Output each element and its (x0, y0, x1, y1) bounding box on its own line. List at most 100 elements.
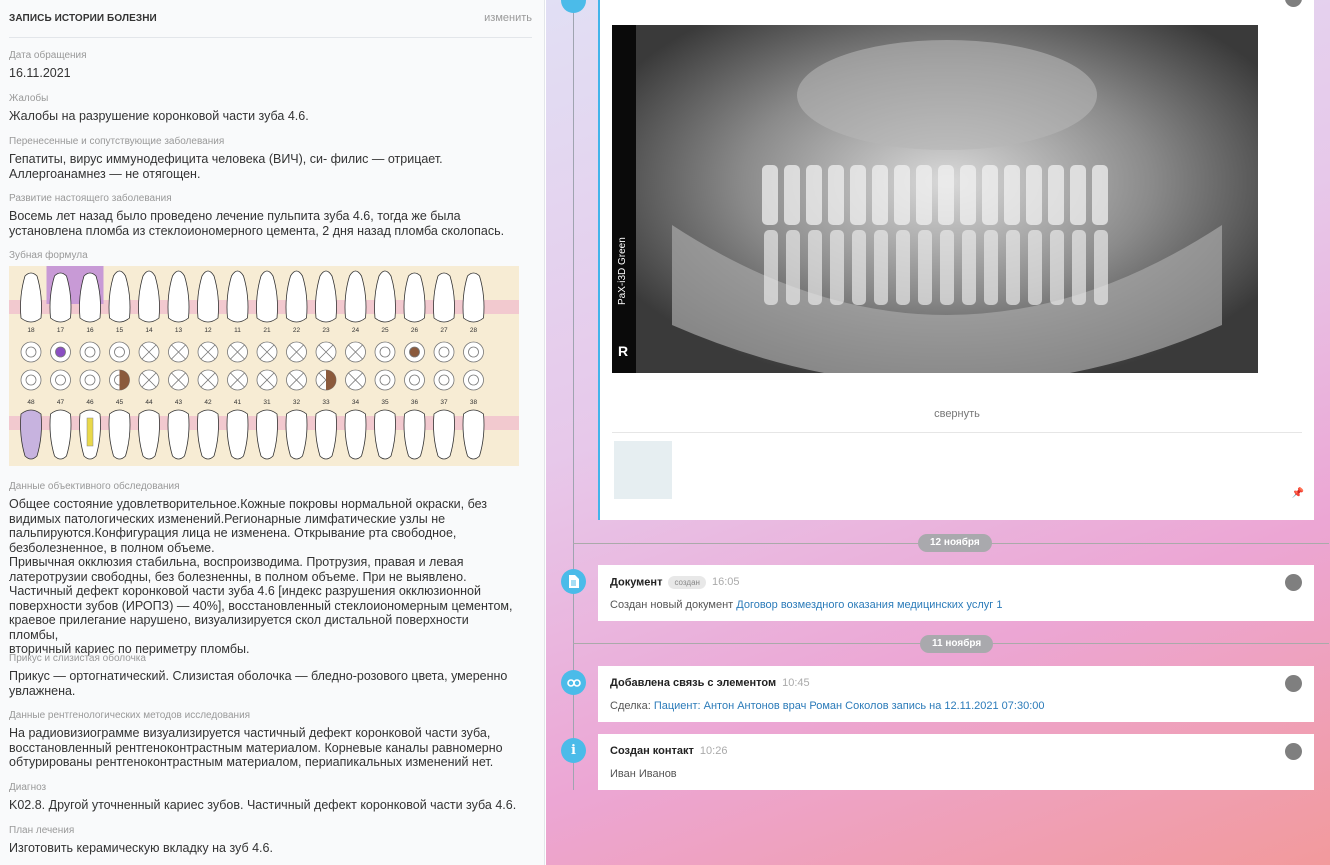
user-icon[interactable] (1285, 574, 1302, 591)
tooth-surface-lower[interactable] (404, 369, 425, 391)
tooth-32[interactable]: 32 (285, 369, 308, 460)
tooth-45[interactable]: 45 (108, 369, 131, 460)
tooth-46[interactable]: 46 (79, 369, 101, 460)
field-diagnosis: Диагноз K02.8. Другой уточненный кариес … (9, 782, 519, 813)
tooth-33[interactable]: 33 (315, 369, 337, 460)
deal-link[interactable]: Пациент: Антон Антонов врач Роман Соколо… (654, 700, 1045, 712)
tooth-surface-upper[interactable] (345, 341, 366, 363)
tooth-43[interactable]: 43 (167, 369, 190, 460)
tooth-number: 45 (116, 399, 124, 406)
tooth-surface-lower[interactable] (109, 369, 130, 391)
tooth-38[interactable]: 38 (462, 369, 485, 460)
divider (612, 432, 1302, 433)
tooth-34[interactable]: 34 (344, 369, 367, 460)
document-link[interactable]: Договор возмездного оказания медицинских… (736, 599, 1002, 611)
xray-lower-tooth (1072, 230, 1086, 305)
pin-icon[interactable]: 📌 (1292, 488, 1304, 499)
document-icon (561, 569, 586, 594)
xray-upper-tooth (916, 165, 932, 225)
tooth-27[interactable]: 27 (433, 272, 455, 363)
tooth-22[interactable]: 22 (285, 270, 308, 363)
tooth-number: 16 (86, 327, 94, 334)
tooth-surface-upper[interactable] (197, 341, 219, 363)
tooth-35[interactable]: 35 (374, 369, 396, 460)
tooth-18[interactable]: 18 (20, 272, 42, 363)
status-badge: создан (668, 576, 706, 589)
tooth-surface-upper[interactable] (286, 341, 307, 363)
tooth-surface-lower[interactable] (168, 369, 189, 391)
tooth-surface-upper[interactable] (168, 341, 189, 363)
tooth-25[interactable]: 25 (374, 270, 396, 363)
tooth-surface-lower[interactable] (197, 369, 219, 391)
field-value: 16.11.2021 (9, 66, 71, 80)
tooth-surface-lower[interactable] (50, 369, 71, 391)
xray-lower-tooth (786, 230, 800, 305)
tooth-surface-upper[interactable] (315, 341, 337, 363)
tooth-surface-lower[interactable] (20, 369, 42, 391)
tooth-surface-upper[interactable] (109, 341, 130, 363)
tooth-36[interactable]: 36 (403, 369, 426, 460)
tooth-surface-lower[interactable] (433, 369, 455, 391)
dental-formula-chart[interactable]: 18 17 16 15 14 13 12 11 21 22 23 24 25 26 27 28 48 47 46 45… (9, 266, 519, 466)
edit-record-link[interactable]: изменить (484, 12, 532, 24)
xray-lower-tooth (896, 230, 910, 305)
tooth-surface-lower[interactable] (463, 369, 484, 391)
xray-lower-tooth (918, 230, 932, 305)
tooth-surface-lower[interactable] (286, 369, 307, 391)
tooth-surface-upper[interactable] (79, 341, 101, 363)
tooth-number: 34 (352, 399, 360, 406)
tooth-26[interactable]: 26 (403, 272, 426, 363)
field-label: Жалобы (9, 93, 49, 104)
tooth-surface-lower[interactable] (256, 369, 278, 391)
tooth-13[interactable]: 13 (167, 270, 190, 363)
tooth-surface-upper[interactable] (50, 341, 71, 363)
tooth-surface-lower[interactable] (138, 369, 160, 391)
tooth-11[interactable]: 11 (226, 270, 249, 363)
field-label: Прикус и слизистая оболочка (9, 653, 146, 664)
tooth-15[interactable]: 15 (108, 270, 131, 363)
tooth-23[interactable]: 23 (315, 270, 337, 363)
panoramic-xray-image[interactable]: PaX-i3D Green R (612, 25, 1258, 385)
tooth-surface-lower[interactable] (374, 369, 396, 391)
tooth-surface-lower[interactable] (315, 369, 337, 391)
tooth-37[interactable]: 37 (433, 369, 455, 460)
tooth-number: 32 (293, 399, 301, 406)
tooth-31[interactable]: 31 (256, 369, 278, 460)
event-time: 10:26 (699, 745, 728, 757)
user-icon[interactable] (1285, 743, 1302, 760)
activity-feed: PaX-i3D Green R свернуть 📌 12 ноября Док… (546, 0, 1330, 865)
field-past-diseases: Перенесенные и сопутствующие заболевания… (9, 136, 519, 181)
tooth-14[interactable]: 14 (138, 270, 160, 363)
collapse-button[interactable]: свернуть (600, 408, 1314, 420)
field-label: Зубная формула (9, 250, 88, 261)
user-icon (1285, 0, 1302, 7)
tooth-28[interactable]: 28 (462, 272, 485, 363)
tooth-21[interactable]: 21 (256, 270, 278, 363)
tooth-surface-upper[interactable] (227, 341, 248, 363)
field-xray-data: Данные рентгенологических методов исслед… (9, 710, 519, 770)
tooth-surface-upper[interactable] (20, 341, 42, 363)
tooth-44[interactable]: 44 (138, 369, 160, 460)
tooth-number: 27 (440, 327, 448, 334)
tooth-surface-lower[interactable] (227, 369, 248, 391)
tooth-42[interactable]: 42 (197, 369, 219, 460)
tooth-12[interactable]: 12 (197, 270, 219, 363)
tooth-16[interactable]: 16 (79, 272, 101, 363)
user-icon[interactable] (1285, 675, 1302, 692)
tooth-47[interactable]: 47 (49, 369, 72, 460)
tooth-surface-upper[interactable] (404, 341, 425, 363)
tooth-surface-lower[interactable] (79, 369, 101, 391)
tooth-17[interactable]: 17 (49, 272, 72, 363)
field-disease-history: Развитие настоящего заболевания Восемь л… (9, 193, 519, 238)
tooth-surface-upper[interactable] (256, 341, 278, 363)
tooth-surface-upper[interactable] (374, 341, 396, 363)
xray-upper-tooth (762, 165, 778, 225)
attachment-thumbnail[interactable] (614, 441, 672, 499)
tooth-surface-upper[interactable] (433, 341, 455, 363)
tooth-24[interactable]: 24 (344, 270, 367, 363)
tooth-surface-lower[interactable] (345, 369, 366, 391)
tooth-surface-upper[interactable] (463, 341, 484, 363)
tooth-surface-upper[interactable] (138, 341, 160, 363)
tooth-48[interactable]: 48 (20, 369, 42, 460)
tooth-41[interactable]: 41 (226, 369, 249, 460)
